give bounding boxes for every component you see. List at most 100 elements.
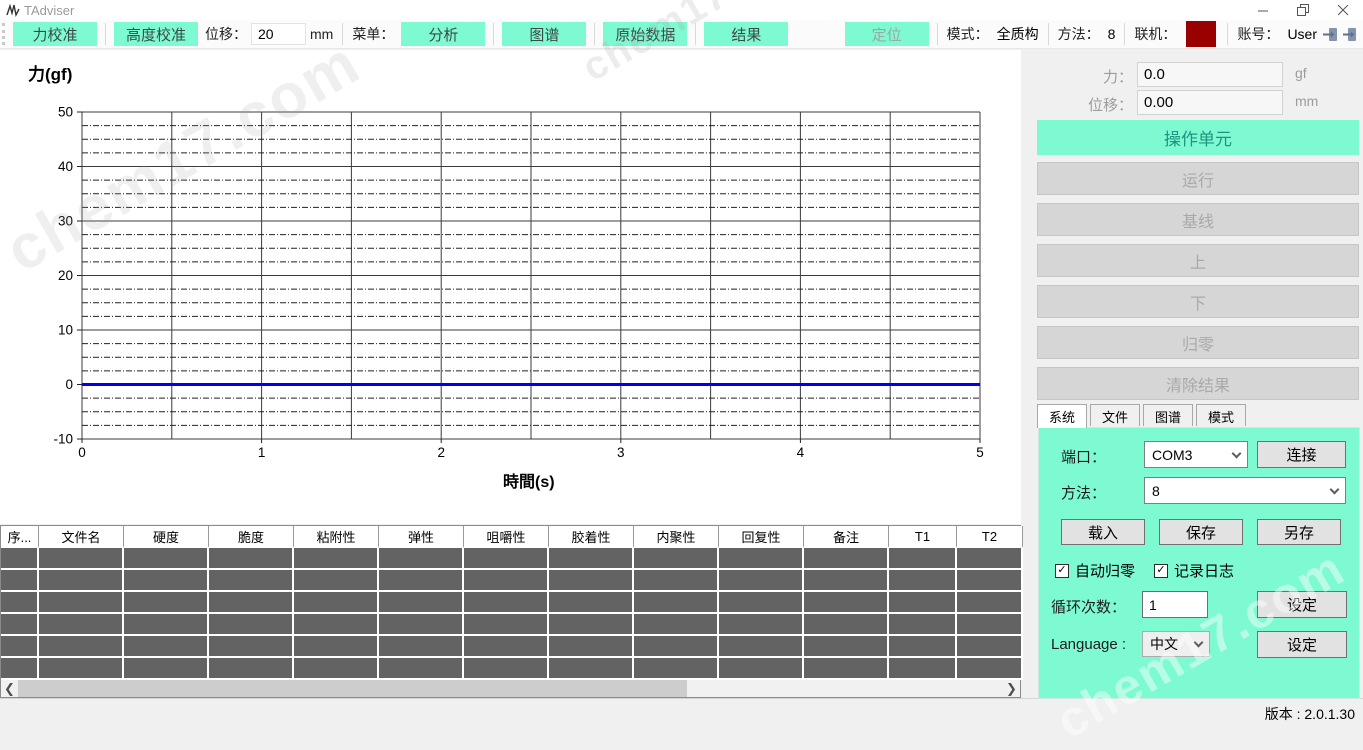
svg-text:40: 40 xyxy=(58,159,73,174)
toolbar-grip[interactable] xyxy=(2,23,6,45)
separator xyxy=(695,23,696,45)
table-cell xyxy=(379,548,464,570)
table-cell xyxy=(957,658,1023,680)
language-set-button[interactable]: 设定 xyxy=(1257,631,1347,658)
load-button[interactable]: 载入 xyxy=(1061,519,1145,545)
height-calibration-button[interactable]: 高度校准 xyxy=(114,22,198,46)
language-select[interactable]: 中文 xyxy=(1142,631,1210,657)
table-column-header[interactable]: 回复性 xyxy=(719,526,804,548)
force-readout-field xyxy=(1137,62,1283,87)
connect-button[interactable]: 连接 xyxy=(1257,441,1346,468)
tab-mode[interactable]: 模式 xyxy=(1196,404,1246,426)
table-cell xyxy=(889,548,957,570)
results-button[interactable]: 结果 xyxy=(704,22,788,46)
svg-text:3: 3 xyxy=(617,445,625,460)
clear-results-button[interactable]: 清除结果 xyxy=(1037,367,1359,400)
online-status-indicator xyxy=(1186,21,1216,47)
save-button[interactable]: 保存 xyxy=(1159,519,1243,545)
table-column-header[interactable]: 序... xyxy=(1,526,39,548)
method-select[interactable]: 8 xyxy=(1144,477,1346,504)
raw-data-button[interactable]: 原始数据 xyxy=(603,22,687,46)
settings-tabs: 系统文件图谱模式 xyxy=(1037,404,1246,426)
table-cell xyxy=(124,548,209,570)
displacement-label: 位移： xyxy=(205,24,247,44)
table-cell xyxy=(209,614,294,636)
chart-y-axis-title: 力(gf) xyxy=(28,60,72,85)
table-cell xyxy=(1,570,39,592)
svg-text:20: 20 xyxy=(58,268,73,283)
table-cell xyxy=(294,592,379,614)
auto-zero-checkbox[interactable]: ✓ 自动归零 xyxy=(1055,560,1135,581)
scroll-left-arrow[interactable]: ❮ xyxy=(1,680,18,697)
operate-unit-button[interactable]: 操作单元 xyxy=(1037,120,1359,155)
force-calibration-button[interactable]: 力校准 xyxy=(13,22,97,46)
cycles-input[interactable] xyxy=(1142,591,1208,618)
displacement-input[interactable] xyxy=(251,23,306,45)
table-row[interactable] xyxy=(1,636,1023,658)
scrollbar-thumb[interactable] xyxy=(18,680,687,697)
positioning-button[interactable]: 定位 xyxy=(845,22,929,46)
close-button[interactable] xyxy=(1323,0,1363,20)
tab-file[interactable]: 文件 xyxy=(1090,404,1140,426)
up-button[interactable]: 上 xyxy=(1037,244,1359,277)
table-cell xyxy=(719,658,804,680)
table-cell xyxy=(957,636,1023,658)
log-checkbox[interactable]: ✓ 记录日志 xyxy=(1154,560,1234,581)
table-row[interactable] xyxy=(1,548,1023,570)
table-column-header[interactable]: 脆度 xyxy=(209,526,294,548)
tab-system[interactable]: 系统 xyxy=(1037,404,1087,428)
restore-icon xyxy=(1297,4,1309,16)
force-readout-label: 力： xyxy=(1037,66,1133,87)
run-button[interactable]: 运行 xyxy=(1037,162,1359,195)
horizontal-scrollbar[interactable]: ❮ ❯ xyxy=(1,680,1020,697)
table-cell xyxy=(804,614,889,636)
table-column-header[interactable]: T1 xyxy=(889,526,957,548)
table-cell xyxy=(464,614,549,636)
baseline-button[interactable]: 基线 xyxy=(1037,203,1359,236)
logout-icon[interactable] xyxy=(1342,27,1357,42)
table-cell xyxy=(634,658,719,680)
table-cell xyxy=(379,636,464,658)
checkbox-checked-icon: ✓ xyxy=(1154,564,1168,578)
separator xyxy=(1048,23,1049,45)
scroll-right-arrow[interactable]: ❯ xyxy=(1003,680,1020,697)
tab-graph[interactable]: 图谱 xyxy=(1143,404,1193,426)
graph-button[interactable]: 图谱 xyxy=(502,22,586,46)
table-column-header[interactable]: T2 xyxy=(957,526,1023,548)
table-cell xyxy=(294,548,379,570)
port-select[interactable]: COM3 xyxy=(1144,441,1248,468)
table-column-header[interactable]: 内聚性 xyxy=(634,526,719,548)
table-column-header[interactable]: 文件名 xyxy=(39,526,124,548)
login-icon[interactable] xyxy=(1323,27,1338,42)
table-row[interactable] xyxy=(1,614,1023,636)
method-label: 方法： xyxy=(1058,24,1100,44)
restore-button[interactable] xyxy=(1283,0,1323,20)
table-row[interactable] xyxy=(1,658,1023,680)
table-column-header[interactable]: 硬度 xyxy=(124,526,209,548)
minimize-button[interactable] xyxy=(1243,0,1283,20)
language-label: Language : xyxy=(1051,636,1126,653)
table-row[interactable] xyxy=(1,592,1023,614)
results-table: 序...文件名硬度脆度粘附性弹性咀嚼性胶着性内聚性回复性备注T1T2 xyxy=(1,526,1023,680)
table-row[interactable] xyxy=(1,570,1023,592)
table-cell xyxy=(1,658,39,680)
table-column-header[interactable]: 弹性 xyxy=(379,526,464,548)
table-column-header[interactable]: 备注 xyxy=(804,526,889,548)
cycles-set-button[interactable]: 设定 xyxy=(1257,591,1347,618)
app-icon xyxy=(6,3,20,17)
svg-text:0: 0 xyxy=(65,377,73,392)
table-column-header[interactable]: 胶着性 xyxy=(549,526,634,548)
table-column-header[interactable]: 粘附性 xyxy=(294,526,379,548)
language-value: 中文 xyxy=(1150,634,1178,654)
analysis-button[interactable]: 分析 xyxy=(401,22,485,46)
table-cell xyxy=(634,548,719,570)
table-cell xyxy=(804,658,889,680)
table-column-header[interactable]: 咀嚼性 xyxy=(464,526,549,548)
table-cell xyxy=(549,614,634,636)
table-cell xyxy=(124,614,209,636)
zero-button[interactable]: 归零 xyxy=(1037,326,1359,359)
table-cell xyxy=(124,636,209,658)
save-as-button[interactable]: 另存 xyxy=(1257,519,1341,545)
separator xyxy=(342,23,343,45)
down-button[interactable]: 下 xyxy=(1037,285,1359,318)
